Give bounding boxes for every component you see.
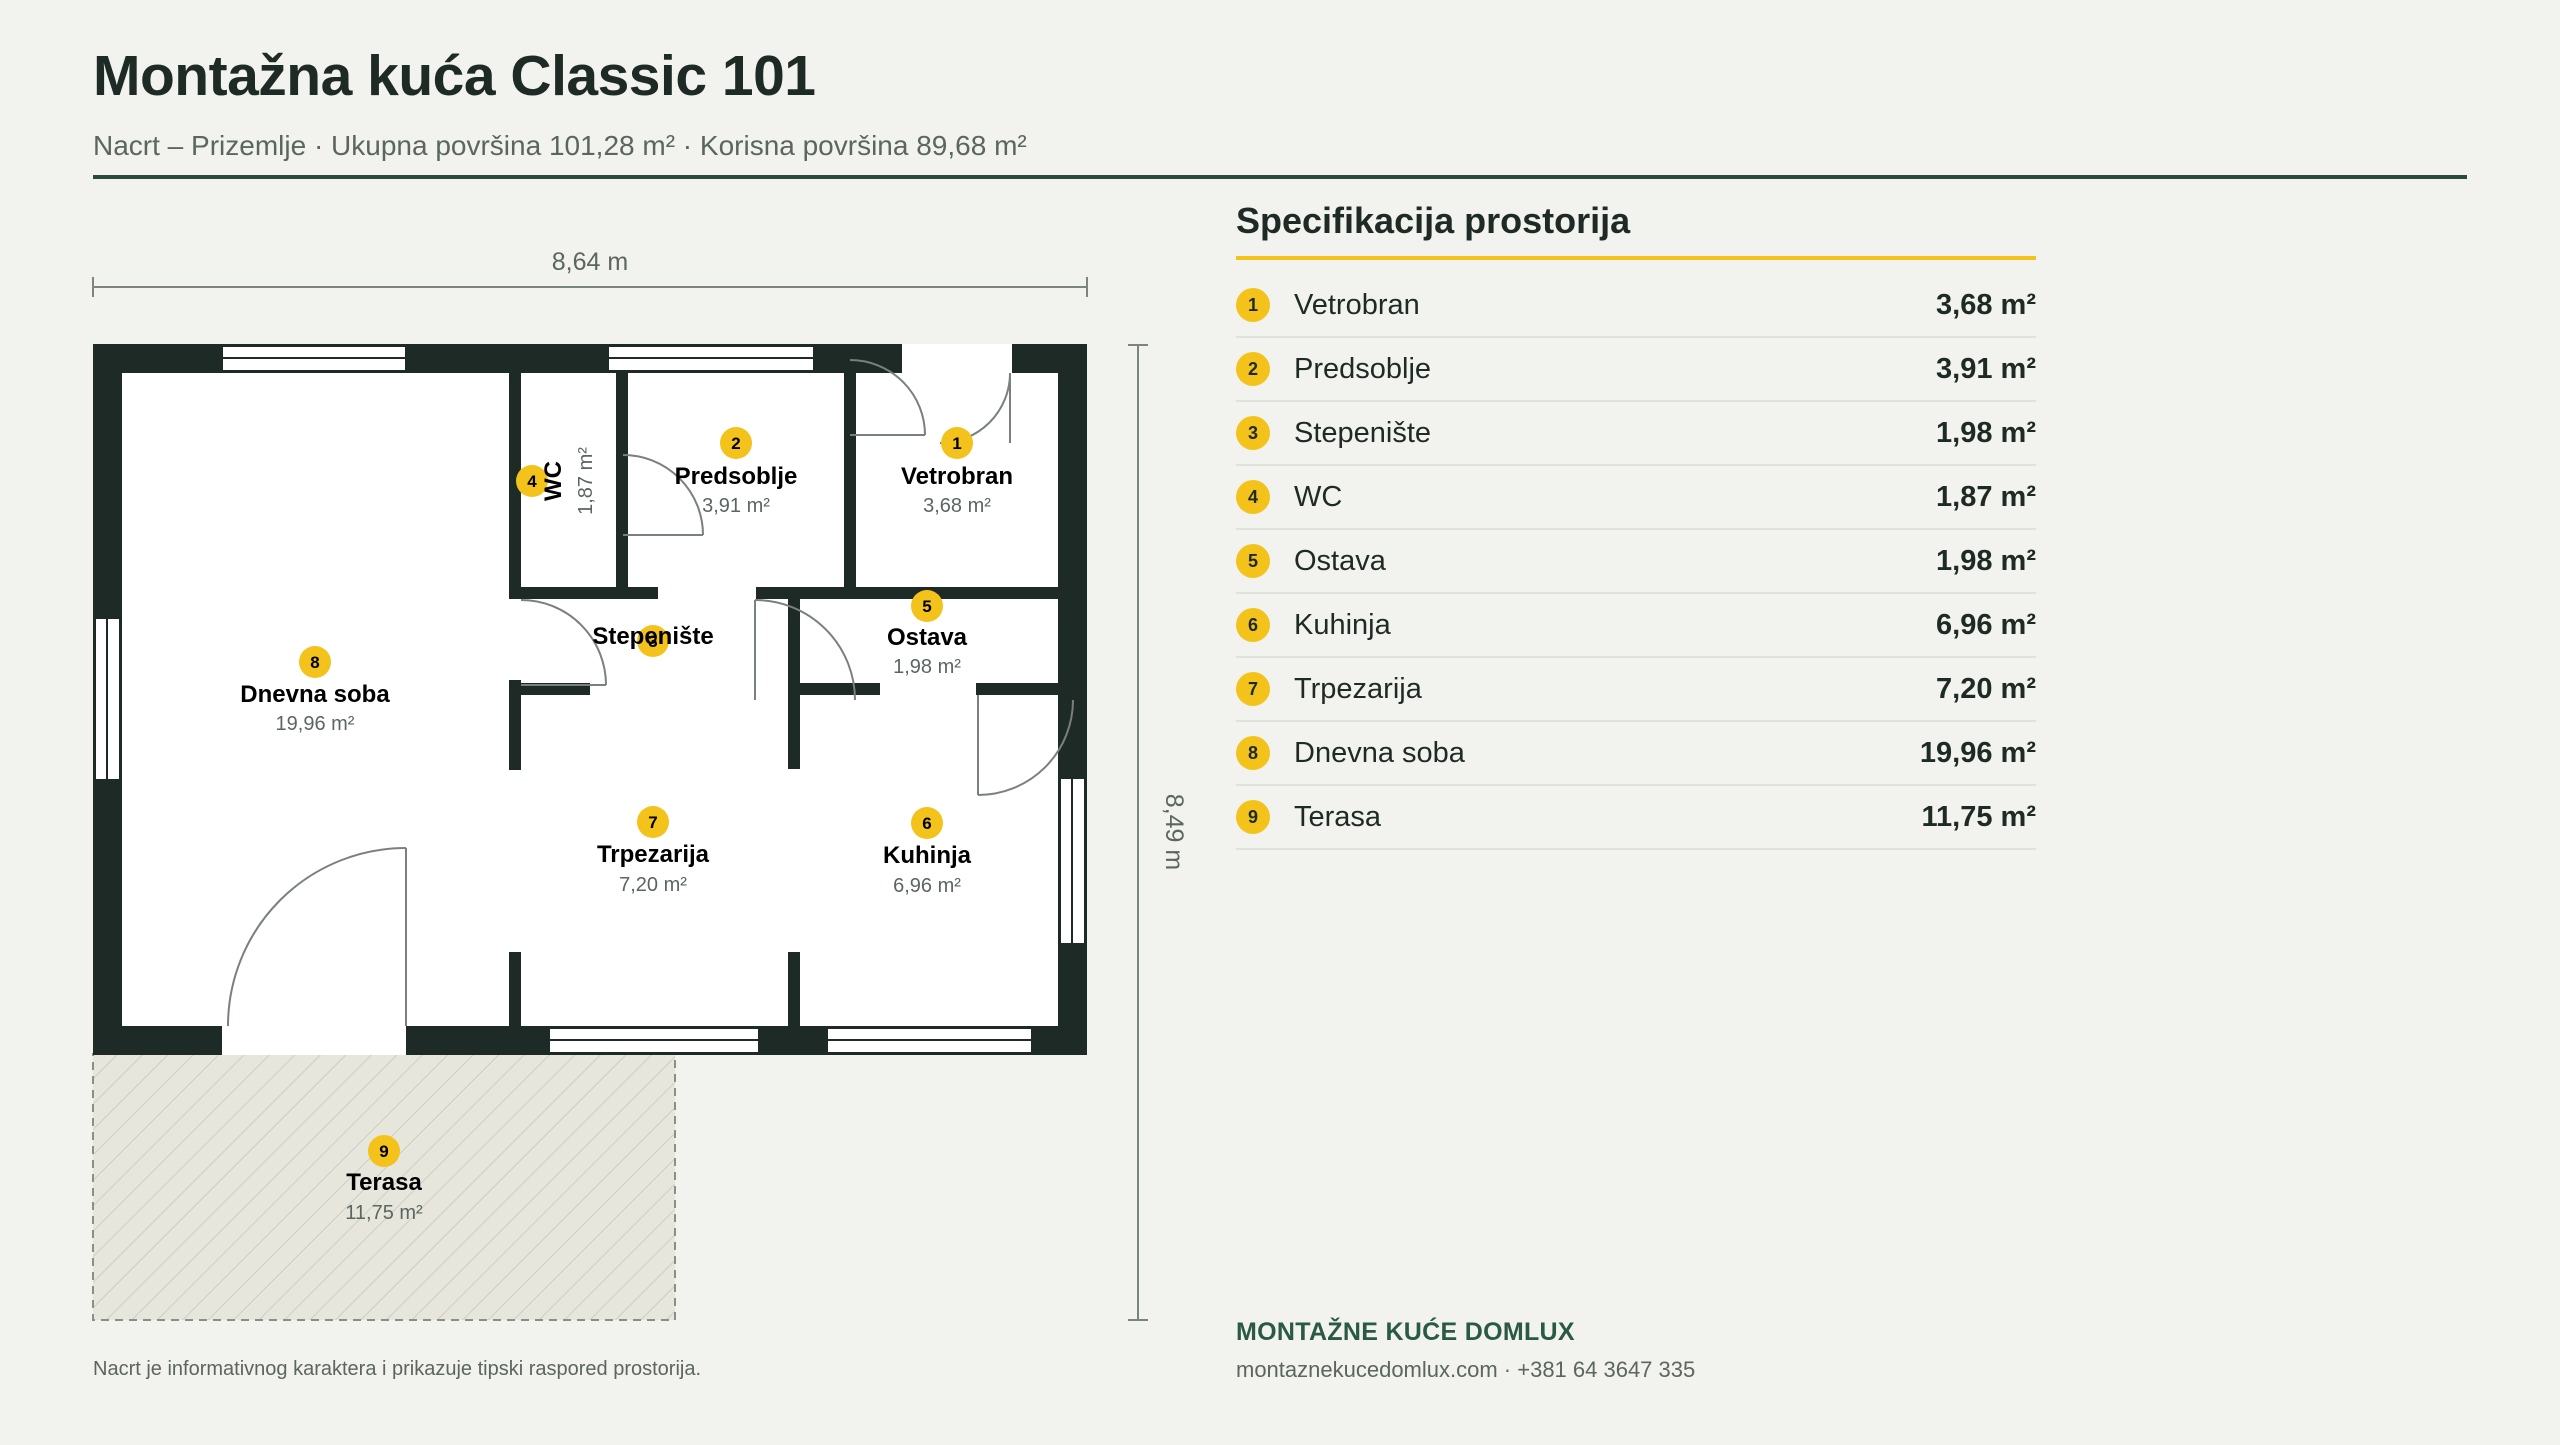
spec-row-stepeniste: 3 Stepenište 1,98 m²	[1236, 402, 2036, 466]
floor-plan-svg: 8,64 m 8,49 m 1 Vetrobran 3,68 m² 2 Pred…	[92, 248, 1188, 1321]
spec-row-dnevna-soba: 8 Dnevna soba 19,96 m²	[1236, 722, 2036, 786]
svg-text:Predsoblje: Predsoblje	[675, 463, 798, 490]
svg-text:2: 2	[731, 434, 740, 453]
svg-text:7,20 m²: 7,20 m²	[619, 874, 687, 896]
room-number-badge: 5	[1236, 544, 1270, 578]
room-number-badge: 3	[1236, 416, 1270, 450]
width-dimension-label: 8,64 m	[552, 248, 628, 276]
room-number-badge: 6	[1236, 608, 1270, 642]
svg-text:Ostava: Ostava	[887, 624, 968, 651]
room-area: 1,98 m²	[1936, 416, 2036, 449]
spec-list: 1 Vetrobran 3,68 m² 2 Predsoblje 3,91 m²…	[1236, 274, 2036, 850]
room-name: WC	[1294, 480, 1343, 513]
svg-text:6,96 m²: 6,96 m²	[893, 875, 961, 897]
room-name: Vetrobran	[1294, 288, 1420, 321]
svg-text:Trpezarija: Trpezarija	[597, 841, 710, 868]
brand-contact[interactable]: montaznekucedomlux.com · +381 64 3647 33…	[1236, 1357, 1695, 1383]
room-area: 7,20 m²	[1936, 672, 2036, 705]
svg-text:Terasa: Terasa	[346, 1169, 422, 1196]
room-number-badge: 4	[1236, 480, 1270, 514]
svg-text:5: 5	[922, 597, 931, 616]
svg-text:1,98 m²: 1,98 m²	[893, 656, 961, 678]
spec-row-predsoblje: 2 Predsoblje 3,91 m²	[1236, 338, 2036, 402]
brand-name: MONTAŽNE KUĆE DOMLUX	[1236, 1318, 1575, 1346]
room-area: 1,87 m²	[1936, 480, 2036, 513]
room-number-badge: 8	[1236, 736, 1270, 770]
room-name: Kuhinja	[1294, 608, 1391, 641]
room-name: Predsoblje	[1294, 352, 1432, 385]
svg-text:8: 8	[310, 653, 319, 672]
svg-text:6: 6	[922, 814, 931, 833]
height-dimension-label: 8,49 m	[1160, 794, 1188, 870]
svg-text:1: 1	[952, 434, 961, 453]
room-area: 19,96 m²	[1919, 736, 2036, 769]
svg-text:1,87 m²: 1,87 m²	[575, 447, 597, 515]
svg-text:3,91 m²: 3,91 m²	[702, 495, 770, 517]
svg-text:Kuhinja: Kuhinja	[883, 842, 972, 869]
room-name: Ostava	[1294, 544, 1386, 577]
width-dimension: 8,64 m	[92, 248, 1088, 297]
room-number-badge: 1	[1236, 288, 1270, 322]
spec-row-ostava: 5 Ostava 1,98 m²	[1236, 530, 2036, 594]
brand-block: MONTAŽNE KUĆE DOMLUX montaznekucedomlux.…	[1236, 1318, 1695, 1383]
spec-row-wc: 4 WC 1,87 m²	[1236, 466, 2036, 530]
svg-text:Vetrobran: Vetrobran	[901, 463, 1013, 490]
room-name: Stepenište	[1294, 416, 1432, 449]
room-name: Dnevna soba	[1294, 736, 1465, 769]
room-specification: Specifikacija prostorija 1 Vetrobran 3,6…	[1236, 200, 2036, 850]
room-number-badge: 9	[1236, 800, 1270, 834]
svg-text:4: 4	[527, 472, 537, 491]
svg-text:11,75 m²: 11,75 m²	[345, 1202, 423, 1224]
spec-row-terasa: 9 Terasa 11,75 m²	[1236, 786, 2036, 850]
room-number-badge: 2	[1236, 352, 1270, 386]
floor-plan: 8,64 m 8,49 m 1 Vetrobran 3,68 m² 2 Pred…	[0, 0, 1260, 1440]
room-name: Trpezarija	[1294, 672, 1422, 705]
height-dimension: 8,49 m	[1128, 344, 1188, 1321]
svg-text:3,68 m²: 3,68 m²	[923, 495, 991, 517]
svg-text:Stepenište: Stepenište	[592, 623, 713, 650]
room-number-badge: 7	[1236, 672, 1270, 706]
room-area: 6,96 m²	[1936, 608, 2036, 641]
spec-row-trpezarija: 7 Trpezarija 7,20 m²	[1236, 658, 2036, 722]
room-area: 11,75 m²	[1921, 800, 2036, 833]
room-name: Terasa	[1294, 800, 1382, 833]
svg-text:19,96 m²: 19,96 m²	[276, 713, 355, 735]
disclaimer-note: Nacrt je informativnog karaktera i prika…	[93, 1358, 702, 1380]
spec-row-vetrobran: 1 Vetrobran 3,68 m²	[1236, 274, 2036, 338]
svg-text:7: 7	[648, 813, 657, 832]
room-area: 3,91 m²	[1936, 352, 2036, 385]
svg-text:9: 9	[379, 1142, 388, 1161]
svg-text:Dnevna soba: Dnevna soba	[240, 681, 390, 708]
spec-title: Specifikacija prostorija	[1236, 200, 2036, 260]
room-area: 1,98 m²	[1936, 544, 2036, 577]
svg-text:WC: WC	[540, 461, 567, 501]
room-area: 3,68 m²	[1936, 288, 2036, 321]
spec-row-kuhinja: 6 Kuhinja 6,96 m²	[1236, 594, 2036, 658]
